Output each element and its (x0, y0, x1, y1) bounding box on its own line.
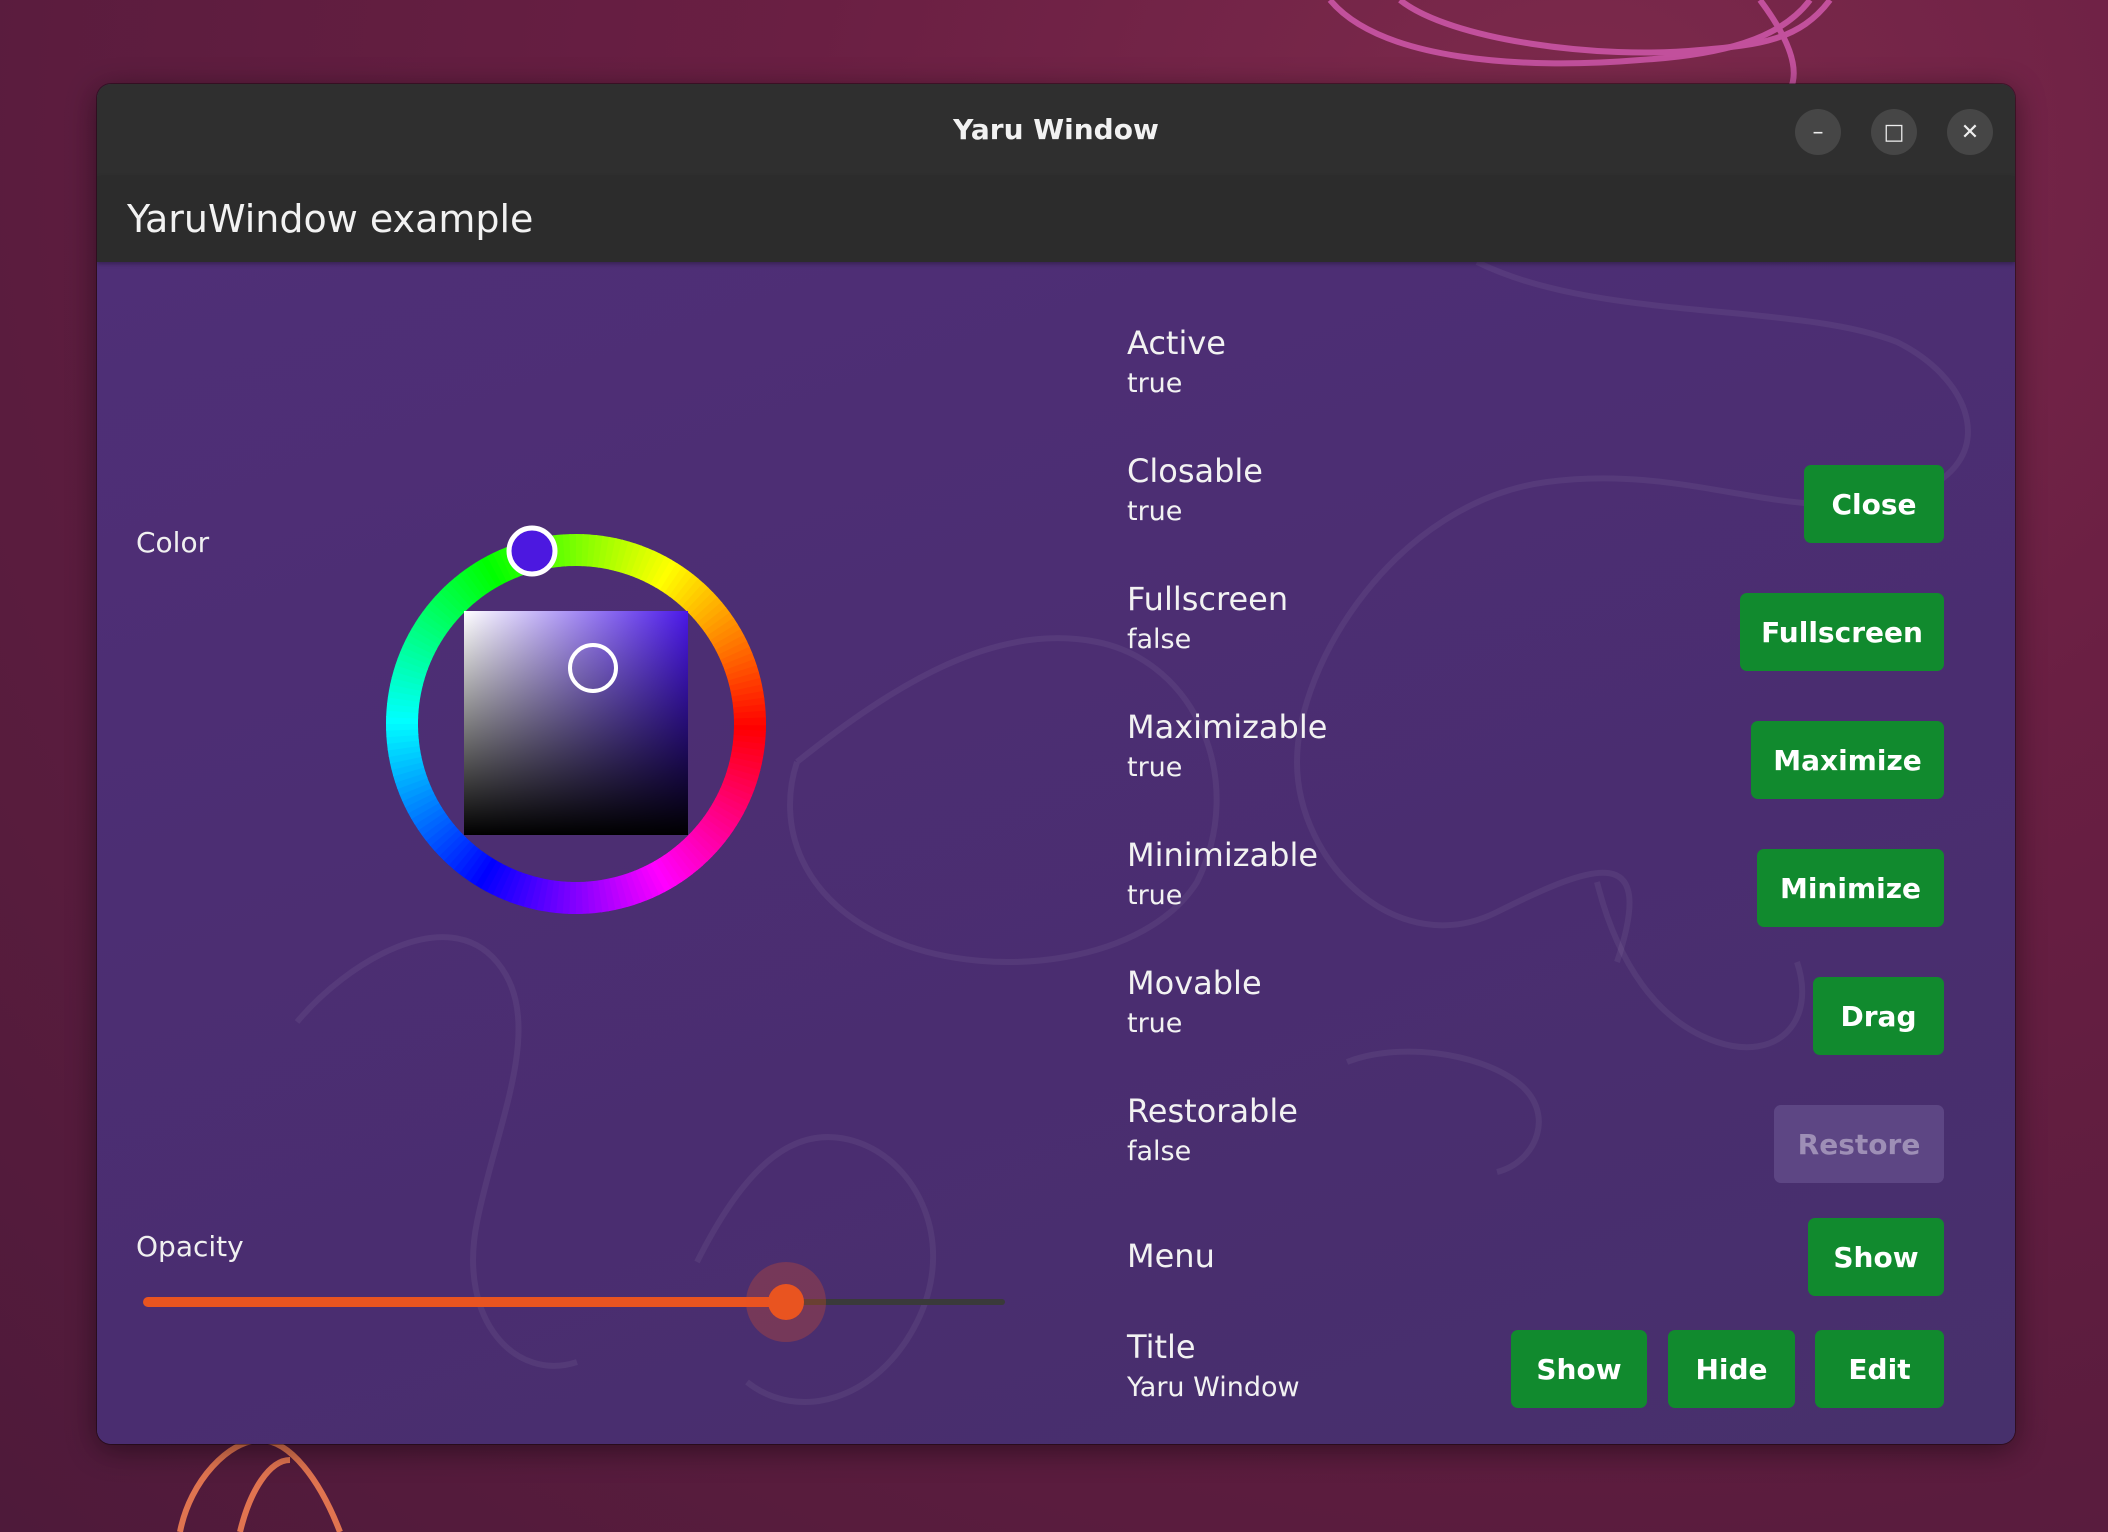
yaru-window: Yaru Window – □ ✕ Color Opacity Active t… (97, 84, 2015, 1444)
prop-menu-name: Menu (1127, 1237, 1215, 1275)
drag-button[interactable]: Drag (1813, 977, 1944, 1055)
minimize-icon: – (1812, 119, 1824, 145)
prop-maximizable-value: true (1127, 752, 1183, 783)
prop-active-value: true (1127, 368, 1183, 399)
prop-minimizable-value: true (1127, 880, 1183, 911)
prop-title-value: Yaru Window (1127, 1372, 1300, 1403)
prop-fullscreen-name: Fullscreen (1127, 580, 1289, 618)
prop-title-name: Title (1127, 1328, 1196, 1366)
maximize-icon: □ (1883, 119, 1905, 145)
close-icon: ✕ (1960, 119, 1980, 145)
prop-movable-name: Movable (1127, 964, 1262, 1002)
prop-closable-name: Closable (1127, 452, 1263, 490)
prop-fullscreen-value: false (1127, 624, 1192, 655)
show-menu-button[interactable]: Show (1808, 1218, 1944, 1296)
close-window-button[interactable]: ✕ (1947, 109, 1993, 155)
app-title: YaruWindow example (127, 197, 534, 241)
prop-restorable-name: Restorable (1127, 1092, 1298, 1130)
minimize-button[interactable]: Minimize (1757, 849, 1944, 927)
opacity-label: Opacity (136, 1230, 244, 1263)
edit-title-button[interactable]: Edit (1815, 1330, 1944, 1408)
content-area: Color Opacity Active true Closable true … (97, 262, 2015, 1444)
prop-minimizable-name: Minimizable (1127, 836, 1319, 874)
maximize-button[interactable]: Maximize (1751, 721, 1944, 799)
minimize-window-button[interactable]: – (1795, 109, 1841, 155)
fullscreen-button[interactable]: Fullscreen (1740, 593, 1944, 671)
slider-fill (143, 1297, 786, 1307)
color-wheel[interactable] (379, 514, 799, 934)
prop-restorable-value: false (1127, 1136, 1192, 1167)
show-title-button[interactable]: Show (1511, 1330, 1647, 1408)
prop-closable-value: true (1127, 496, 1183, 527)
window-titlebar[interactable]: Yaru Window – □ ✕ (97, 84, 2015, 177)
color-label: Color (136, 526, 210, 559)
maximize-window-button[interactable]: □ (1871, 109, 1917, 155)
close-button[interactable]: Close (1804, 465, 1944, 543)
hue-handle[interactable] (506, 525, 558, 577)
slider-thumb[interactable] (768, 1284, 804, 1320)
prop-active-name: Active (1127, 324, 1226, 362)
prop-movable-value: true (1127, 1008, 1183, 1039)
window-title: Yaru Window (953, 113, 1159, 146)
hide-title-button[interactable]: Hide (1668, 1330, 1795, 1408)
opacity-slider[interactable] (143, 1262, 1005, 1342)
restore-button: Restore (1774, 1105, 1944, 1183)
prop-maximizable-name: Maximizable (1127, 708, 1328, 746)
app-header-bar: YaruWindow example (97, 176, 2015, 262)
